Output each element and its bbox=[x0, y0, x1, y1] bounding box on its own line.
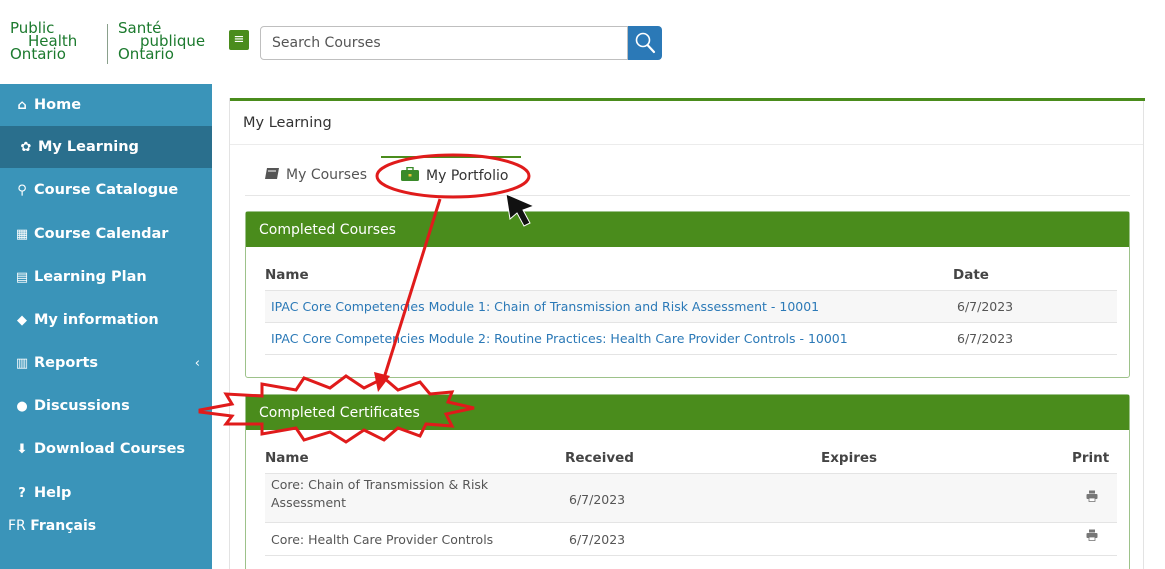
certificate-received: 6/7/2023 bbox=[569, 492, 626, 507]
calendar-icon: ▦ bbox=[15, 226, 29, 242]
column-header-expires: Expires bbox=[821, 450, 878, 466]
logo-french: Santé publique Ontario bbox=[118, 21, 205, 62]
logo-divider bbox=[107, 24, 108, 64]
certificate-name-line2: Assessment bbox=[271, 495, 346, 510]
sidebar-item-download-courses[interactable]: ⬇ Download Courses bbox=[0, 428, 212, 470]
sidebar-item-discussions[interactable]: ● Discussions bbox=[0, 385, 212, 427]
sidebar-item-course-calendar[interactable]: ▦ Course Calendar bbox=[0, 213, 212, 255]
completed-courses-heading: Completed Courses bbox=[246, 212, 1129, 247]
title-divider bbox=[230, 144, 1143, 145]
row-divider bbox=[265, 322, 1117, 323]
row-divider bbox=[265, 522, 1117, 523]
sidebar-item-learning-plan[interactable]: ▤ Learning Plan bbox=[0, 256, 212, 298]
menu-toggle-button[interactable]: ≡ bbox=[229, 30, 249, 50]
row-divider bbox=[265, 555, 1117, 556]
sidebar-item-label: Course Catalogue bbox=[34, 182, 179, 198]
language-label: Français bbox=[30, 518, 97, 534]
sidebar: ⌂ Home ✿ My Learning ⚲ Course Catalogue … bbox=[0, 84, 212, 569]
tab-label: My Courses bbox=[286, 167, 367, 183]
page-title: My Learning bbox=[243, 115, 332, 131]
tab-bar: My Courses My Portfolio bbox=[245, 156, 1130, 196]
sidebar-item-reports[interactable]: ▥ Reports ‹ bbox=[0, 342, 212, 384]
book-icon bbox=[264, 167, 280, 184]
bars-icon: ≡ bbox=[233, 32, 245, 47]
comments-icon: ● bbox=[16, 398, 28, 414]
language-toggle-link[interactable]: FR Français bbox=[8, 518, 96, 534]
sidebar-item-label: My information bbox=[34, 312, 159, 328]
tab-my-portfolio[interactable]: My Portfolio bbox=[381, 156, 521, 194]
tab-my-courses[interactable]: My Courses bbox=[264, 156, 367, 194]
sidebar-item-label: Help bbox=[34, 485, 72, 501]
briefcase-icon bbox=[400, 166, 420, 186]
chevron-left-icon: ‹ bbox=[194, 355, 200, 371]
column-header-received: Received bbox=[565, 450, 634, 466]
course-date: 6/7/2023 bbox=[957, 299, 1014, 314]
column-header-name: Name bbox=[265, 267, 309, 283]
sidebar-item-course-catalogue[interactable]: ⚲ Course Catalogue bbox=[0, 169, 212, 211]
certificate-received: 6/7/2023 bbox=[569, 532, 626, 547]
print-icon[interactable] bbox=[1086, 529, 1098, 544]
language-prefix: FR bbox=[8, 518, 26, 534]
row-divider bbox=[265, 354, 1117, 355]
completed-certificates-heading: Completed Certificates bbox=[246, 395, 1129, 430]
sidebar-item-my-learning[interactable]: ✿ My Learning bbox=[0, 126, 212, 168]
certificate-name-line1: Core: Chain of Transmission & Risk bbox=[271, 477, 489, 492]
completed-courses-card: Completed Courses Name Date IPAC Core Co… bbox=[245, 211, 1130, 378]
search-icon: ⚲ bbox=[17, 182, 27, 198]
sidebar-item-label: My Learning bbox=[38, 139, 139, 155]
sidebar-item-home[interactable]: ⌂ Home bbox=[0, 84, 212, 126]
sidebar-item-help[interactable]: ? Help bbox=[0, 472, 212, 514]
completed-certificates-card: Completed Certificates Name Received Exp… bbox=[245, 394, 1130, 569]
course-date: 6/7/2023 bbox=[957, 331, 1014, 346]
bar-chart-icon: ▥ bbox=[15, 355, 29, 371]
certificate-name-line1: Core: Health Care Provider Controls bbox=[271, 532, 494, 547]
public-health-ontario-logo[interactable]: Public Health Ontario Santé publique Ont… bbox=[8, 21, 208, 68]
course-link[interactable]: IPAC Core Competencies Module 1: Chain o… bbox=[271, 299, 819, 314]
search-input[interactable] bbox=[260, 26, 628, 60]
column-header-name: Name bbox=[265, 450, 309, 466]
print-icon[interactable] bbox=[1086, 490, 1098, 505]
column-header-date: Date bbox=[953, 267, 989, 283]
sidebar-item-label: Home bbox=[34, 97, 82, 113]
sidebar-item-label: Reports bbox=[34, 355, 99, 371]
sidebar-item-label: Discussions bbox=[34, 398, 130, 414]
home-icon: ⌂ bbox=[17, 97, 27, 113]
sidebar-item-label: Download Courses bbox=[34, 441, 186, 457]
sidebar-item-label: Course Calendar bbox=[34, 226, 169, 242]
course-link[interactable]: IPAC Core Competencies Module 2: Routine… bbox=[271, 331, 848, 346]
logo-english: Public Health Ontario bbox=[10, 21, 77, 62]
download-icon: ⬇ bbox=[16, 441, 28, 457]
tab-label: My Portfolio bbox=[426, 168, 509, 184]
sidebar-item-label: Learning Plan bbox=[34, 269, 147, 285]
panel-top-border bbox=[230, 98, 1145, 101]
magnifier-icon bbox=[635, 32, 656, 54]
column-header-print: Print bbox=[1072, 450, 1110, 466]
question-circle-icon: ? bbox=[18, 485, 26, 501]
graduation-cap-icon: ◆ bbox=[17, 312, 27, 328]
leaf-icon: ✿ bbox=[20, 139, 32, 155]
search-button[interactable] bbox=[628, 26, 662, 60]
file-icon: ▤ bbox=[15, 269, 29, 285]
sidebar-item-my-information[interactable]: ◆ My information bbox=[0, 299, 212, 341]
